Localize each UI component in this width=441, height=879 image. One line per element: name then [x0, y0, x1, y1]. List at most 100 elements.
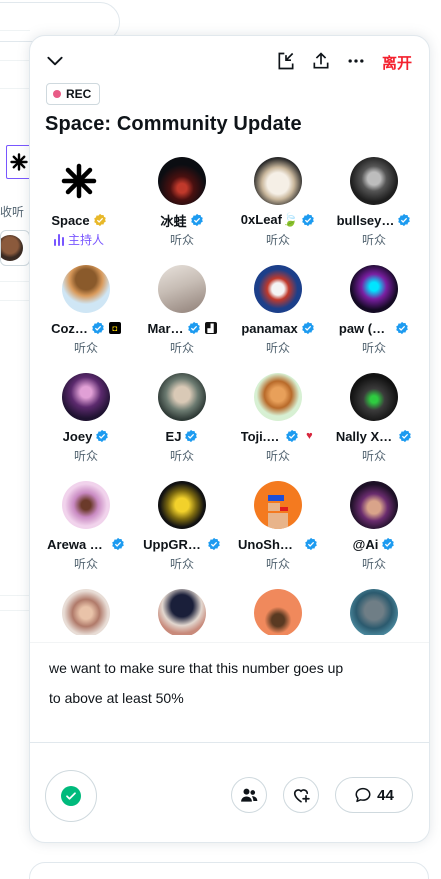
participant[interactable] [134, 589, 230, 635]
avatar [158, 157, 206, 205]
more-options-icon[interactable] [346, 51, 366, 71]
participant[interactable]: EJ 听众 [134, 373, 230, 469]
participant-role: 听众 [169, 233, 194, 247]
participant-name: Nally X… [335, 428, 393, 444]
participant[interactable] [38, 589, 134, 635]
participant-role: 听众 [265, 341, 290, 355]
participant-role: 听众 [265, 557, 290, 571]
speaking-bars-icon [53, 233, 64, 246]
participant-name: panamax [241, 320, 298, 336]
avatar [350, 481, 398, 529]
verified-blue-icon [187, 321, 200, 335]
participant-name: UppGR… [143, 536, 201, 552]
background-avatar-stack [0, 230, 30, 266]
participant-name-row: @Ai [328, 535, 420, 553]
participant[interactable] [230, 589, 326, 635]
participant-name-row: bullsey… [328, 211, 420, 229]
verified-blue-icon [112, 537, 124, 551]
participant[interactable]: UnoSha… 听众 [230, 481, 326, 577]
check-icon [61, 786, 81, 806]
caption-line: we want to make sure that this number go… [49, 660, 344, 676]
space-card: 离开 REC Space: Community Update Space 主持人… [29, 35, 430, 843]
verified-blue-icon [302, 213, 314, 227]
participant-role: 听众 [169, 557, 194, 571]
participant-name-row: UppGR… [136, 535, 228, 553]
participant[interactable]: bullsey… 听众 [326, 157, 422, 253]
participant[interactable]: Toji.… ♥ 听众 [230, 373, 326, 469]
dock-icon[interactable] [276, 51, 296, 71]
participant[interactable]: Arewa … 听众 [38, 481, 134, 577]
participant-name: Space [51, 212, 90, 228]
participant[interactable]: paw (… 听众 [326, 265, 422, 361]
participant-name: UnoSha… [238, 536, 298, 552]
avatar [158, 481, 206, 529]
participants-grid: Space 主持人 冰蛙 听众 0xLeaf🍃 听众 bullsey… 听众 C… [30, 157, 429, 635]
space-actions-bar: 44 [30, 742, 429, 842]
recording-badge: REC [46, 83, 101, 105]
share-icon[interactable] [311, 51, 331, 71]
space-title: Space: Community Update [45, 113, 302, 135]
background-divider [0, 281, 30, 282]
leave-button[interactable]: 离开 [382, 52, 412, 73]
background-divider [0, 60, 30, 61]
request-to-speak-button[interactable] [45, 770, 97, 822]
participant[interactable]: Nally X… 听众 [326, 373, 422, 469]
verified-blue-icon [301, 321, 314, 335]
participant-role: 听众 [169, 449, 194, 463]
live-caption: we want to make sure that this number go… [30, 642, 429, 742]
react-button[interactable] [283, 777, 319, 813]
avatar [350, 157, 398, 205]
participant[interactable]: Joey 听众 [38, 373, 134, 469]
caption-line: to above at least 50% [49, 690, 184, 706]
recording-label: REC [66, 87, 92, 101]
avatar [254, 481, 302, 529]
participant[interactable]: 0xLeaf🍃 听众 [230, 157, 326, 253]
heart-icon: ♥ [303, 430, 316, 442]
participant-role: 听众 [361, 449, 386, 463]
participant-role: 听众 [361, 233, 386, 247]
collapse-chevron-down-icon[interactable] [44, 50, 66, 72]
participant[interactable]: 冰蛙 听众 [134, 157, 230, 253]
participant-name: bullsey… [336, 212, 395, 228]
avatar [158, 373, 206, 421]
recording-dot-icon [53, 90, 61, 98]
verified-blue-icon [399, 429, 411, 443]
verified-blue-icon [382, 537, 395, 551]
avatar [350, 373, 398, 421]
participant-name: EJ [165, 428, 182, 444]
participant[interactable]: panamax 听众 [230, 265, 326, 361]
participant[interactable]: Coz… ◘ 听众 [38, 265, 134, 361]
avatar [62, 589, 110, 635]
people-button[interactable] [231, 777, 267, 813]
participant[interactable]: Mar… ▟ 听众 [134, 265, 230, 361]
participant-name-row: UnoSha… [232, 535, 324, 553]
participant-name-row: Arewa … [40, 535, 132, 553]
participant-role: 听众 [73, 557, 98, 571]
participant[interactable] [326, 589, 422, 635]
verified-blue-icon [92, 321, 104, 335]
verified-blue-icon [96, 429, 109, 443]
participant-host[interactable]: Space 主持人 [31, 157, 127, 253]
verified-blue-icon [286, 429, 299, 443]
participant-role: 听众 [361, 341, 386, 355]
participant-name: Coz… [51, 320, 88, 336]
avatar [254, 373, 302, 421]
participant-name: 0xLeaf🍃 [240, 212, 299, 227]
participant-role: 听众 [265, 233, 290, 247]
participant-name-row: paw (… [328, 319, 420, 337]
participant-role: 听众 [169, 341, 194, 355]
avatar [350, 589, 398, 635]
background-divider [0, 595, 30, 596]
participant[interactable]: UppGR… 听众 [134, 481, 230, 577]
avatar [62, 373, 110, 421]
heart-plus-icon [293, 789, 310, 803]
participant-name-row: Joey [40, 427, 132, 445]
comments-button[interactable]: 44 [335, 777, 413, 813]
participant-name-row: Nally X… [328, 427, 420, 445]
comment-count: 44 [377, 786, 394, 804]
participant[interactable]: @Ai 听众 [326, 481, 422, 577]
background-divider [0, 30, 30, 31]
participant-name-row: Mar… ▟ [136, 319, 228, 337]
background-divider [0, 300, 30, 301]
participant-role: 听众 [265, 449, 290, 463]
